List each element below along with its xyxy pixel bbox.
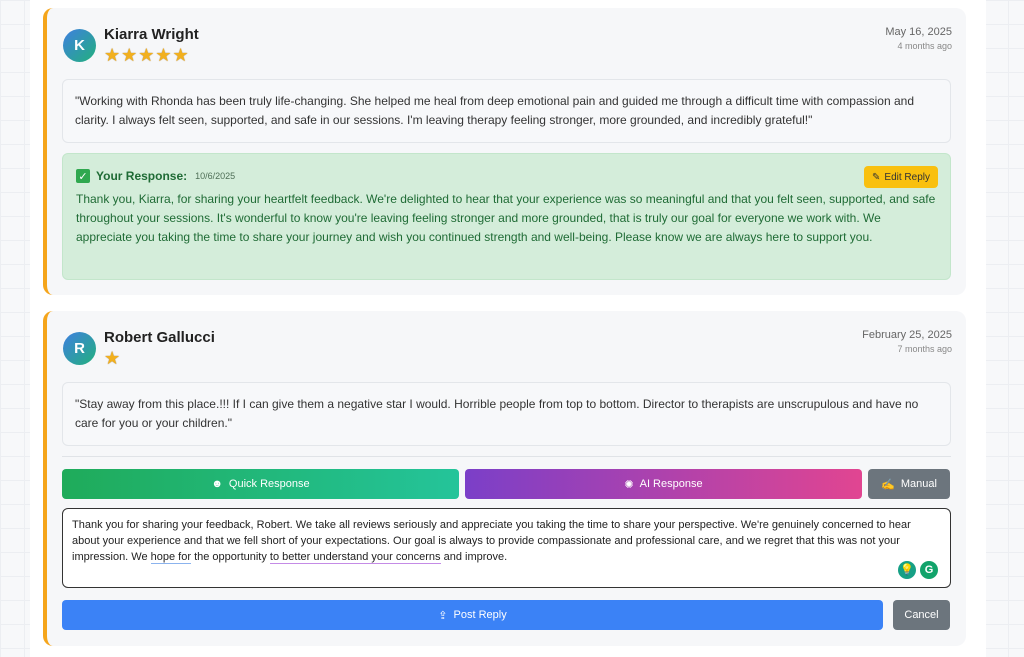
upload-icon: ⇪: [438, 609, 448, 622]
checkmark-icon: ✓: [76, 169, 90, 183]
response-date: 10/6/2025: [195, 171, 236, 181]
avatar: K: [63, 29, 96, 62]
manual-button[interactable]: ✍ Manual: [868, 469, 950, 499]
draft-text: the opportunity: [191, 551, 270, 563]
brain-icon: ✺: [624, 478, 634, 491]
manual-label: Manual: [900, 478, 937, 490]
star-rating: ★: [104, 348, 122, 368]
lightbulb-icon[interactable]: 💡: [898, 561, 916, 579]
writing-hand-icon: ✍: [881, 478, 895, 491]
reviewer-name: Kiarra Wright: [104, 26, 199, 43]
response-box: ✓ Your Response: 10/6/2025 ✎ Edit Reply …: [62, 153, 951, 280]
response-text: Thank you, Kiarra, for sharing your hear…: [76, 192, 936, 244]
robot-icon: ☻: [211, 478, 223, 490]
avatar: R: [63, 332, 96, 365]
review-date: February 25, 2025: [862, 329, 952, 341]
reviews-panel: K Kiarra Wright ★★★★★ May 16, 2025 4 mon…: [30, 0, 986, 657]
star-rating: ★★★★★: [104, 45, 190, 65]
ai-response-button[interactable]: ✺ AI Response: [465, 469, 862, 499]
quick-response-button[interactable]: ☻ Quick Response: [62, 469, 459, 499]
review-text: "Working with Rhonda has been truly life…: [62, 79, 951, 143]
reply-textarea[interactable]: Thank you for sharing your feedback, Rob…: [62, 508, 951, 588]
response-label: Your Response:: [96, 169, 188, 183]
reviewer-name: Robert Gallucci: [104, 329, 215, 346]
draft-text: and improve.: [440, 551, 508, 563]
post-reply-button[interactable]: ⇪ Post Reply: [62, 600, 883, 630]
review-date: May 16, 2025: [885, 26, 952, 38]
review-age: 4 months ago: [897, 41, 952, 51]
post-reply-label: Post Reply: [453, 609, 507, 621]
grammarly-icon[interactable]: G: [920, 561, 938, 579]
pencil-icon: ✎: [872, 171, 881, 183]
review-age: 7 months ago: [897, 344, 952, 354]
grammar-widget[interactable]: 💡 G: [898, 561, 938, 579]
ai-response-label: AI Response: [639, 478, 703, 490]
review-card: R Robert Gallucci ★ February 25, 2025 7 …: [43, 311, 966, 646]
quick-response-label: Quick Response: [228, 478, 310, 490]
edit-reply-button[interactable]: ✎ Edit Reply: [864, 166, 938, 188]
cancel-button[interactable]: Cancel: [893, 600, 950, 630]
review-text: "Stay away from this place.!!! If I can …: [62, 382, 951, 446]
divider: [62, 456, 951, 457]
edit-reply-label: Edit Reply: [884, 171, 930, 183]
suggestion-underline[interactable]: to better understand your concerns: [269, 551, 441, 564]
suggestion-underline[interactable]: hope for: [150, 551, 192, 564]
review-card: K Kiarra Wright ★★★★★ May 16, 2025 4 mon…: [43, 8, 966, 295]
